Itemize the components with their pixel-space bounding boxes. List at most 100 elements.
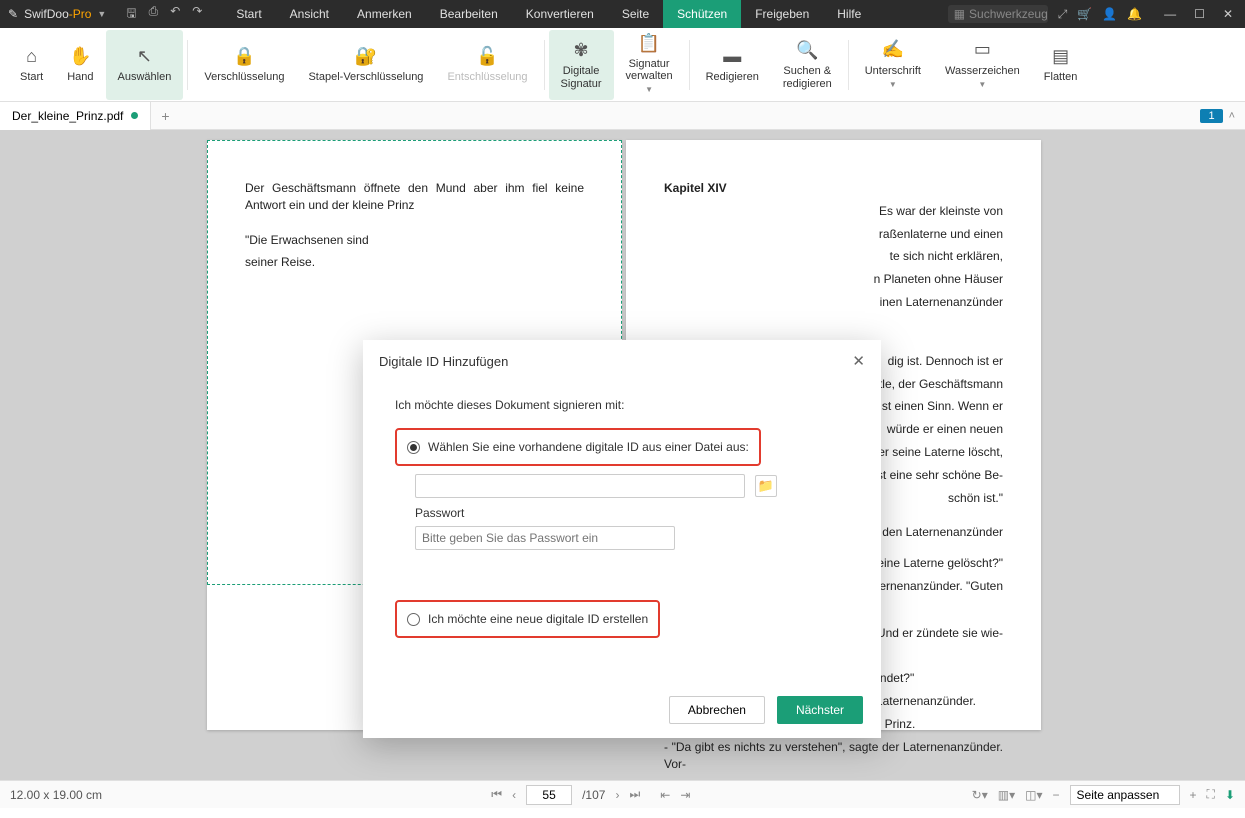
ribbon-sep bbox=[848, 40, 849, 90]
bookmark-button[interactable]: ⬇ bbox=[1225, 788, 1235, 802]
collapse-ribbon-icon[interactable]: ˄ bbox=[1229, 110, 1235, 122]
highlight-existing-id: Wählen Sie eine vorhandene digitale ID a… bbox=[395, 428, 761, 466]
redact-icon: ▬ bbox=[721, 45, 743, 67]
cancel-button[interactable]: Abbrechen bbox=[669, 696, 765, 724]
menu-bearbeiten[interactable]: Bearbeiten bbox=[426, 0, 512, 28]
text: inen Laternenanzünder bbox=[664, 294, 1003, 311]
titlebar: ✎ SwifDoo-Pro ▼ 🖫 ⎙ ↶ ↷ Start Ansicht An… bbox=[0, 0, 1245, 28]
read-mode-button[interactable]: ◫▾ bbox=[1025, 788, 1042, 802]
view-forward-button[interactable]: ⇥ bbox=[680, 788, 690, 802]
password-label: Passwort bbox=[415, 506, 849, 520]
manage-sig-icon: 📋 bbox=[638, 34, 660, 54]
lock-icon: 🔒 bbox=[233, 45, 255, 67]
print-icon[interactable]: ⎙ bbox=[149, 4, 159, 25]
file-tab-label: Der_kleine_Prinz.pdf bbox=[12, 109, 123, 123]
cursor-icon: ↖ bbox=[133, 45, 155, 67]
zoom-input[interactable] bbox=[1070, 785, 1180, 805]
redo-icon[interactable]: ↷ bbox=[192, 4, 202, 25]
expand-icon[interactable]: ⤢ bbox=[1058, 7, 1068, 22]
sign-icon: ✍ bbox=[882, 39, 904, 61]
user-icon[interactable]: 👤 bbox=[1102, 7, 1117, 21]
search-input[interactable]: ▦ Suchwerkzeug bbox=[948, 5, 1048, 23]
menubar: Start Ansicht Anmerken Bearbeiten Konver… bbox=[222, 0, 937, 28]
app-dropdown-icon[interactable]: ▼ bbox=[97, 9, 106, 19]
search-redact-icon: 🔍 bbox=[796, 39, 818, 61]
text: schrift ist Vorschrift. Guten Tag." bbox=[664, 778, 1003, 780]
titlebar-right: ▦ Suchwerkzeug ⤢ 🛒 👤 🔔 bbox=[938, 5, 1152, 23]
chevron-down-icon: ▼ bbox=[645, 86, 653, 95]
bell-icon[interactable]: 🔔 bbox=[1127, 7, 1142, 21]
file-tab[interactable]: Der_kleine_Prinz.pdf bbox=[0, 102, 151, 130]
app-suffix: -Pro bbox=[69, 7, 92, 21]
browse-button[interactable]: 📁 bbox=[755, 475, 777, 497]
ribbon-hand[interactable]: ✋Hand bbox=[55, 30, 105, 100]
ribbon-manage-signature[interactable]: 📋Signatur verwalten▼ bbox=[614, 30, 685, 100]
page-dimensions: 12.00 x 19.00 cm bbox=[10, 788, 210, 802]
statusbar: 12.00 x 19.00 cm ⏮ ‹ /107 › ⏭ ⇤ ⇥ ↻▾ ▥▾ … bbox=[0, 780, 1245, 808]
menu-start[interactable]: Start bbox=[222, 0, 275, 28]
add-tab-button[interactable]: + bbox=[151, 108, 179, 124]
undo-icon[interactable]: ↶ bbox=[170, 4, 180, 25]
flatten-icon: ▤ bbox=[1050, 45, 1072, 67]
fullscreen-button[interactable]: ⛶ bbox=[1207, 787, 1215, 802]
zoom-in-button[interactable]: + bbox=[1190, 788, 1197, 802]
minimize-icon[interactable]: — bbox=[1164, 7, 1176, 21]
save-icon[interactable]: 🖫 bbox=[126, 4, 136, 25]
ribbon-search-redact[interactable]: 🔍Suchen & redigieren bbox=[771, 30, 844, 100]
watermark-icon: ▭ bbox=[971, 39, 993, 61]
ribbon-decrypt: 🔓Entschlüsselung bbox=[435, 30, 539, 100]
menu-schuetzen[interactable]: Schützen bbox=[663, 0, 741, 28]
first-page-button[interactable]: ⏮ bbox=[491, 787, 502, 802]
page-badge: 1 bbox=[1200, 109, 1222, 123]
quick-actions: 🖫 ⎙ ↶ ↷ bbox=[114, 4, 214, 25]
next-button[interactable]: Nächster bbox=[777, 696, 863, 724]
modal-header: Digitale ID Hinzufügen ✕ bbox=[363, 340, 881, 382]
radio-label: Ich möchte eine neue digitale ID erstell… bbox=[428, 612, 648, 626]
modal-close-button[interactable]: ✕ bbox=[852, 352, 865, 370]
page-nav: ⏮ ‹ /107 › ⏭ ⇤ ⇥ bbox=[210, 785, 972, 805]
page-input[interactable] bbox=[526, 785, 572, 805]
ribbon-batch-encrypt[interactable]: 🔐Stapel-Verschlüsselung bbox=[296, 30, 435, 100]
home-icon: ⌂ bbox=[21, 45, 43, 67]
app-name: SwifDoo bbox=[24, 7, 69, 21]
ribbon-select[interactable]: ↖Auswählen bbox=[106, 30, 184, 100]
digital-id-modal: Digitale ID Hinzufügen ✕ Ich möchte dies… bbox=[363, 340, 881, 738]
text: Es war der kleinste von bbox=[664, 203, 1003, 220]
search-placeholder: Suchwerkzeug bbox=[969, 7, 1048, 21]
signature-icon: ✾ bbox=[570, 39, 592, 61]
ribbon-sign[interactable]: ✍Unterschrift▼ bbox=[853, 30, 933, 100]
ribbon-encrypt[interactable]: 🔒Verschlüsselung bbox=[192, 30, 296, 100]
zoom-out-button[interactable]: − bbox=[1053, 788, 1060, 802]
menu-hilfe[interactable]: Hilfe bbox=[823, 0, 875, 28]
window-controls: — ☐ ✕ bbox=[1152, 7, 1245, 21]
ribbon-digital-signature[interactable]: ✾Digitale Signatur bbox=[549, 30, 614, 100]
ribbon-start[interactable]: ⌂Start bbox=[8, 30, 55, 100]
menu-anmerken[interactable]: Anmerken bbox=[343, 0, 426, 28]
menu-seite[interactable]: Seite bbox=[608, 0, 663, 28]
modal-prompt: Ich möchte dieses Dokument signieren mit… bbox=[395, 398, 849, 412]
radio-new-id[interactable]: Ich möchte eine neue digitale ID erstell… bbox=[403, 606, 652, 632]
radio-existing-id[interactable]: Wählen Sie eine vorhandene digitale ID a… bbox=[403, 434, 753, 460]
page-total: /107 bbox=[582, 788, 605, 802]
view-back-button[interactable]: ⇤ bbox=[660, 788, 670, 802]
ribbon-flatten[interactable]: ▤Flatten bbox=[1032, 30, 1090, 100]
grid-icon: ▦ bbox=[954, 7, 965, 21]
radio-icon bbox=[407, 441, 420, 454]
layout-button[interactable]: ▥▾ bbox=[998, 788, 1015, 802]
document-viewport[interactable]: Der Geschäftsmann öffnete den Mund aber … bbox=[0, 130, 1245, 780]
menu-freigeben[interactable]: Freigeben bbox=[741, 0, 823, 28]
close-icon[interactable]: ✕ bbox=[1223, 7, 1233, 21]
password-input[interactable] bbox=[415, 526, 675, 550]
menu-ansicht[interactable]: Ansicht bbox=[276, 0, 343, 28]
next-page-button[interactable]: › bbox=[615, 788, 619, 802]
prev-page-button[interactable]: ‹ bbox=[512, 788, 516, 802]
ribbon-watermark[interactable]: ▭Wasserzeichen▼ bbox=[933, 30, 1032, 100]
menu-konvertieren[interactable]: Konvertieren bbox=[512, 0, 608, 28]
app-title: ✎ SwifDoo-Pro ▼ bbox=[0, 7, 114, 21]
ribbon-redact[interactable]: ▬Redigieren bbox=[694, 30, 771, 100]
file-path-input[interactable] bbox=[415, 474, 745, 498]
last-page-button[interactable]: ⏭ bbox=[629, 787, 640, 802]
maximize-icon[interactable]: ☐ bbox=[1194, 7, 1205, 21]
cart-icon[interactable]: 🛒 bbox=[1077, 7, 1092, 21]
rotate-button[interactable]: ↻▾ bbox=[972, 788, 988, 802]
